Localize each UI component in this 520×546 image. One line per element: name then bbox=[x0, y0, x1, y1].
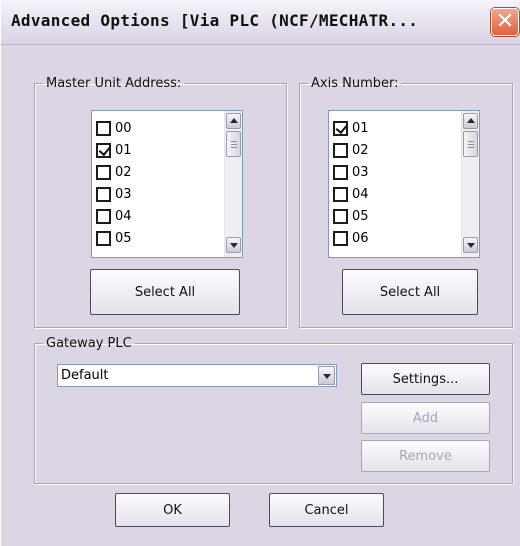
master-unit-list-item[interactable]: 02 bbox=[96, 161, 132, 183]
axis-number-item-label: 05 bbox=[352, 208, 369, 224]
axis-number-list-item[interactable]: 01 bbox=[333, 117, 369, 139]
title-bar[interactable]: Advanced Options [Via PLC (NCF/MECHATR..… bbox=[1, 0, 520, 45]
arrow-down-icon bbox=[467, 243, 475, 248]
master-unit-list-item[interactable]: 04 bbox=[96, 205, 132, 227]
scroll-thumb[interactable] bbox=[463, 131, 478, 157]
master-unit-checkbox[interactable] bbox=[96, 164, 111, 180]
axis-number-checkbox[interactable] bbox=[333, 230, 348, 246]
master-unit-checkbox[interactable] bbox=[96, 142, 111, 158]
scroll-up-button[interactable] bbox=[226, 113, 241, 129]
master-unit-item-label: 04 bbox=[115, 208, 132, 224]
axis-number-item-label: 06 bbox=[352, 230, 369, 246]
axis-number-checkbox[interactable] bbox=[333, 120, 348, 136]
master-select-all-button[interactable]: Select All bbox=[90, 269, 240, 315]
axis-number-listbox[interactable]: 01 02 03 04 05 06 bbox=[328, 110, 480, 258]
arrow-down-icon bbox=[230, 243, 238, 248]
axis-number-checkbox[interactable] bbox=[333, 186, 348, 202]
gateway-plc-select[interactable]: Default bbox=[57, 364, 337, 387]
axis-select-all-button[interactable]: Select All bbox=[342, 269, 478, 315]
master-unit-list-item[interactable]: 01 bbox=[96, 139, 132, 161]
axis-number-item-label: 03 bbox=[352, 164, 369, 180]
close-icon: ✕ bbox=[495, 9, 515, 34]
axis-number-list-item[interactable]: 04 bbox=[333, 183, 369, 205]
axis-number-checkbox[interactable] bbox=[333, 142, 348, 158]
axis-number-checkbox[interactable] bbox=[333, 164, 348, 180]
master-unit-checkbox[interactable] bbox=[96, 120, 111, 136]
axis-number-legend: Axis Number: bbox=[311, 76, 399, 91]
axis-number-list-item[interactable]: 06 bbox=[333, 227, 369, 249]
master-unit-item-label: 03 bbox=[115, 186, 132, 202]
cancel-button[interactable]: Cancel bbox=[269, 493, 384, 527]
axis-number-scrollbar[interactable] bbox=[461, 111, 479, 257]
master-unit-checkbox[interactable] bbox=[96, 230, 111, 246]
arrow-up-icon bbox=[467, 118, 475, 123]
master-unit-listbox[interactable]: 00 01 02 03 04 05 bbox=[91, 110, 243, 258]
master-unit-item-label: 00 bbox=[115, 120, 132, 136]
settings-button[interactable]: Settings... bbox=[361, 363, 490, 395]
scroll-down-button[interactable] bbox=[226, 237, 241, 253]
add-button[interactable]: Add bbox=[361, 402, 490, 434]
master-unit-list-item[interactable]: 05 bbox=[96, 227, 132, 249]
remove-button[interactable]: Remove bbox=[361, 440, 490, 472]
gateway-plc-legend: Gateway PLC bbox=[46, 336, 132, 351]
master-unit-item-label: 02 bbox=[115, 164, 132, 180]
axis-number-list-item[interactable]: 05 bbox=[333, 205, 369, 227]
axis-number-item-label: 04 bbox=[352, 186, 369, 202]
axis-number-item-label: 02 bbox=[352, 142, 369, 158]
scroll-up-button[interactable] bbox=[463, 113, 478, 129]
ok-button[interactable]: OK bbox=[115, 493, 230, 527]
dropdown-button[interactable] bbox=[318, 366, 335, 385]
axis-number-list-item[interactable]: 02 bbox=[333, 139, 369, 161]
axis-number-list-item[interactable]: 03 bbox=[333, 161, 369, 183]
master-unit-checkbox[interactable] bbox=[96, 186, 111, 202]
arrow-up-icon bbox=[230, 118, 238, 123]
master-unit-list-item[interactable]: 03 bbox=[96, 183, 132, 205]
master-unit-address-legend: Master Unit Address: bbox=[46, 76, 182, 91]
axis-number-checkbox[interactable] bbox=[333, 208, 348, 224]
master-unit-list-item[interactable]: 00 bbox=[96, 117, 132, 139]
axis-number-item-label: 01 bbox=[352, 120, 369, 136]
advanced-options-dialog: Advanced Options [Via PLC (NCF/MECHATR..… bbox=[0, 0, 520, 546]
gateway-plc-value: Default bbox=[61, 368, 109, 383]
master-unit-item-label: 05 bbox=[115, 230, 132, 246]
master-unit-scrollbar[interactable] bbox=[224, 111, 242, 257]
chevron-down-icon bbox=[323, 374, 331, 379]
scroll-thumb[interactable] bbox=[226, 131, 241, 157]
master-unit-checkbox[interactable] bbox=[96, 208, 111, 224]
close-button[interactable]: ✕ bbox=[491, 8, 519, 36]
scroll-down-button[interactable] bbox=[463, 237, 478, 253]
dialog-title: Advanced Options [Via PLC (NCF/MECHATR..… bbox=[11, 11, 419, 30]
master-unit-item-label: 01 bbox=[115, 142, 132, 158]
